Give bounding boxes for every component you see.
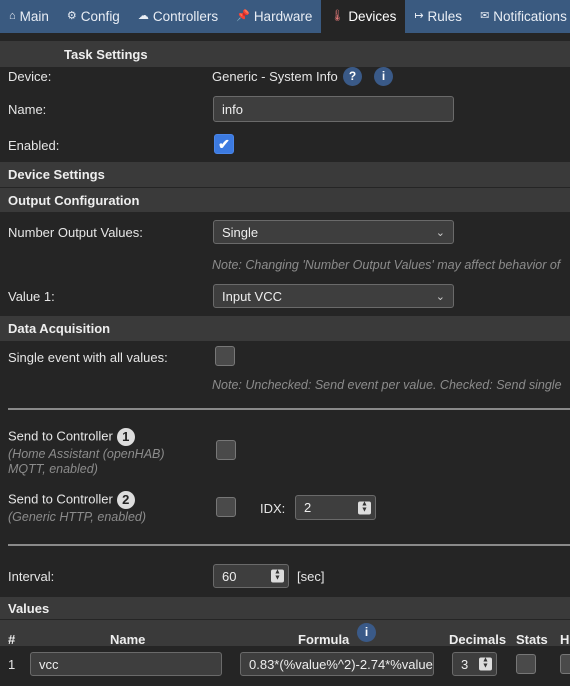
hidden-checkbox[interactable] — [560, 654, 570, 674]
controller2-block: Send to Controller 2 (Generic HTTP, enabl… — [8, 491, 198, 525]
divider — [8, 544, 570, 546]
divider — [8, 408, 570, 410]
idx-value: 2 — [304, 500, 312, 515]
formula-info-icon[interactable]: i — [357, 623, 376, 642]
chevron-down-icon: ⌄ — [435, 290, 445, 303]
cloud-icon: ☁ — [137, 10, 149, 22]
interval-input[interactable]: 60 ▲ ▼ — [213, 564, 289, 588]
pin-icon: 📌 — [236, 10, 250, 22]
enabled-checkbox[interactable]: ✔ — [214, 134, 234, 154]
stepper-icon[interactable]: ▲ ▼ — [479, 657, 492, 671]
formula-input[interactable]: 0.83*(%value%^2)-2.74*%value — [240, 652, 434, 676]
decimals-value: 3 — [461, 656, 469, 672]
tab-label: Hardware — [253, 9, 313, 24]
name-label: Name: — [8, 102, 47, 117]
enabled-label: Enabled: — [8, 138, 60, 153]
tab-rules[interactable]: ↦ Rules — [405, 0, 471, 33]
number-output-label: Number Output Values: — [8, 225, 143, 240]
tab-devices[interactable]: 🌡 Devices — [321, 0, 406, 33]
tab-label: Devices — [348, 9, 397, 24]
rules-icon: ↦ — [414, 10, 424, 22]
tab-notifications[interactable]: ✉ Notifications — [471, 0, 570, 33]
interval-value: 60 — [222, 568, 237, 584]
value1-label: Value 1: — [8, 289, 55, 304]
help-icon[interactable]: ? — [343, 67, 362, 86]
col-formula: Formula — [298, 632, 350, 647]
col-stats: Stats — [516, 632, 548, 647]
idx-label: IDX: — [260, 501, 286, 516]
name-input[interactable]: info — [213, 96, 454, 122]
single-event-label: Single event with all values: — [8, 350, 168, 365]
stepper-icon[interactable]: ▲ ▼ — [358, 500, 371, 514]
controller2-checkbox[interactable] — [216, 497, 236, 517]
interval-label: Interval: — [8, 569, 55, 584]
tab-label: Main — [19, 9, 49, 24]
tab-label: Controllers — [152, 9, 219, 24]
number-output-select[interactable]: Single ⌄ — [213, 220, 454, 244]
chevron-down-icon: ⌄ — [435, 226, 445, 239]
controller1-block: Send to Controller 1 (Home Assistant (ope… — [8, 428, 198, 477]
controller1-subtitle: (Home Assistant (openHAB) MQTT, enabled) — [8, 447, 165, 476]
value-name-input[interactable]: vcc — [30, 652, 222, 676]
value1-select[interactable]: Input VCC ⌄ — [213, 284, 454, 308]
output-configuration-header: Output Configuration — [0, 188, 570, 212]
task-settings-header: Task Settings — [0, 41, 570, 67]
number-output-value: Single — [222, 224, 259, 240]
device-value: Generic - System Info — [212, 69, 338, 84]
number-output-note: Note: Changing 'Number Output Values' ma… — [212, 258, 561, 272]
tab-controllers[interactable]: ☁ Controllers — [129, 0, 227, 33]
tab-main[interactable]: ⌂ Main — [0, 0, 58, 33]
controller1-number: 1 — [116, 428, 135, 446]
col-name: Name — [110, 632, 146, 647]
tab-label: Notifications — [493, 9, 567, 24]
row-num: 1 — [8, 657, 16, 672]
col-decimals: Decimals — [449, 632, 507, 647]
controller2-subtitle: (Generic HTTP, enabled) — [8, 510, 147, 524]
device-label: Device: — [8, 69, 52, 84]
tab-hardware[interactable]: 📌 Hardware — [227, 0, 321, 33]
stats-checkbox[interactable] — [516, 654, 536, 674]
top-nav: ⌂ Main ⚙ Config ☁ Controllers 📌 Hardware 🌡 Device… — [0, 0, 570, 33]
controller2-number: 2 — [116, 491, 135, 509]
decimals-input[interactable]: 3 ▲ ▼ — [452, 652, 497, 676]
info-icon[interactable]: i — [374, 67, 393, 86]
controller1-label: Send to Controller — [8, 428, 113, 444]
device-settings-header: Device Settings — [0, 162, 570, 187]
col-hidden: Hi — [560, 632, 570, 647]
idx-input[interactable]: 2 ▲ ▼ — [295, 495, 376, 520]
plug-icon: 🌡 — [330, 10, 345, 22]
values-header: Values — [0, 597, 570, 619]
home-icon: ⌂ — [9, 10, 16, 22]
stepper-icon[interactable]: ▲ ▼ — [271, 569, 284, 583]
mail-icon: ✉ — [480, 10, 490, 22]
controller1-checkbox[interactable] — [216, 440, 236, 460]
col-num: # — [8, 632, 16, 647]
tab-config[interactable]: ⚙ Config — [58, 0, 129, 33]
single-event-checkbox[interactable] — [215, 346, 235, 366]
interval-unit: [sec] — [297, 569, 325, 584]
data-acquisition-header: Data Acquisition — [0, 316, 570, 341]
tab-label: Rules — [427, 9, 463, 24]
gear-icon: ⚙ — [66, 10, 77, 22]
single-event-note: Note: Unchecked: Send event per value. C… — [212, 378, 562, 392]
tab-label: Config — [80, 9, 120, 24]
controller2-label: Send to Controller — [8, 491, 113, 507]
value1-value: Input VCC — [222, 288, 282, 304]
